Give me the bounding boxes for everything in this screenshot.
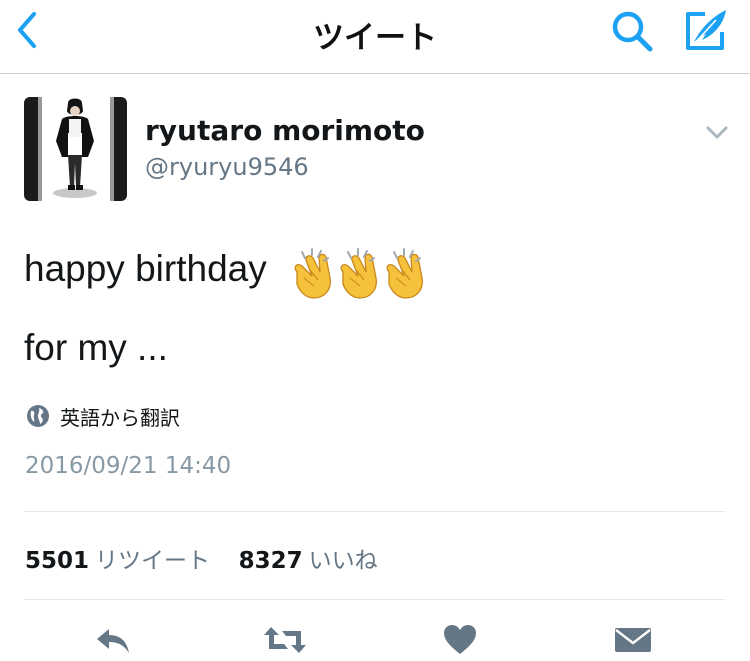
divider bbox=[24, 599, 725, 600]
clapping-hands-emoji bbox=[294, 248, 332, 299]
reply-icon bbox=[97, 629, 129, 653]
like-label: いいね bbox=[308, 548, 378, 574]
retweet-count: 5501 bbox=[25, 548, 90, 574]
author-name[interactable]: ryutaro morimoto bbox=[145, 114, 425, 147]
tweet-options-button[interactable] bbox=[703, 122, 731, 144]
retweet-label: リツイート bbox=[95, 548, 211, 574]
search-button[interactable] bbox=[608, 7, 656, 55]
author-handle[interactable]: @ryuryu9546 bbox=[145, 153, 309, 181]
translate-label: 英語から翻訳 bbox=[60, 406, 180, 430]
direct-message-button[interactable] bbox=[613, 623, 653, 657]
retweets-stat[interactable]: 5501 リツイート bbox=[25, 548, 217, 574]
tweet-text-line-1: happy birthday bbox=[24, 248, 267, 289]
chevron-down-icon bbox=[706, 126, 728, 139]
clapping-hands-emoji bbox=[386, 248, 424, 299]
profile-photo-icon bbox=[24, 97, 127, 201]
retweet-button[interactable] bbox=[262, 623, 308, 657]
globe-icon bbox=[27, 405, 49, 427]
like-heart-icon bbox=[444, 625, 476, 654]
clapping-hands-emoji-group bbox=[288, 246, 428, 300]
direct-message-icon bbox=[615, 628, 651, 652]
reply-button[interactable] bbox=[93, 623, 133, 657]
tweet-timestamp: 2016/09/21 14:40 bbox=[25, 453, 232, 479]
tweet-stats: 5501 リツイート 8327 いいね bbox=[25, 541, 378, 575]
like-count: 8327 bbox=[238, 548, 303, 574]
compose-tweet-icon bbox=[686, 10, 726, 50]
retweet-icon bbox=[264, 627, 306, 653]
search-icon bbox=[612, 11, 653, 52]
divider bbox=[24, 511, 725, 512]
likes-stat[interactable]: 8327 いいね bbox=[239, 548, 378, 574]
compose-tweet-button[interactable] bbox=[680, 4, 732, 56]
tweet-text-line-2: for my ... bbox=[24, 327, 168, 368]
avatar[interactable] bbox=[24, 97, 127, 201]
navigation-bar: ツイート bbox=[0, 0, 750, 74]
like-button[interactable] bbox=[442, 623, 478, 657]
clapping-hands-emoji bbox=[340, 248, 378, 299]
